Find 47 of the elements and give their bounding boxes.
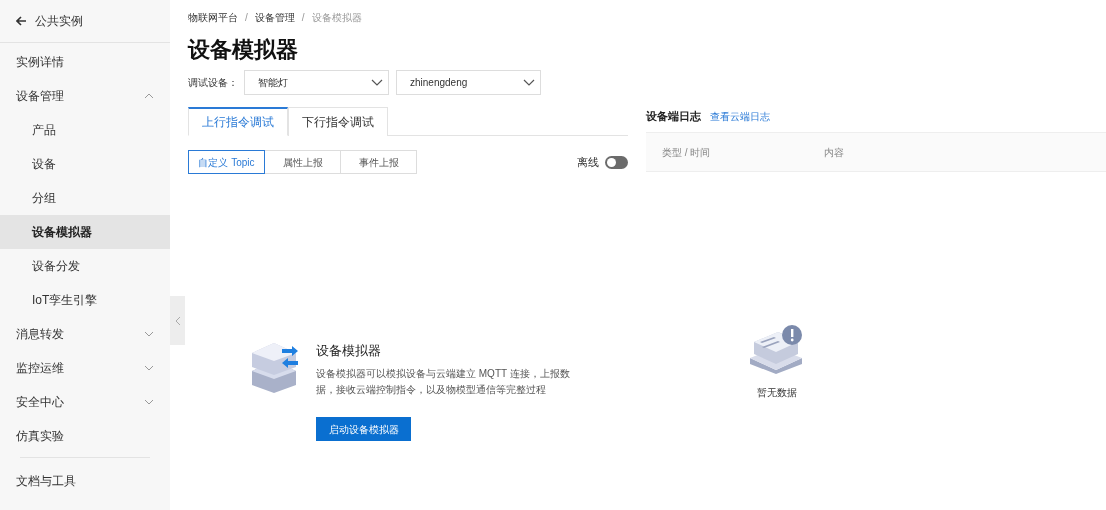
breadcrumb-separator: / (245, 10, 248, 25)
sidebar-item[interactable]: 设备管理 (0, 79, 170, 113)
log-title: 设备端日志 (646, 108, 701, 124)
segment-tab[interactable]: 属性上报 (264, 150, 341, 174)
page-title: 设备模拟器 (188, 36, 299, 64)
sidebar-item[interactable]: 仿真实验 (0, 419, 170, 453)
sidebar-subitem[interactable]: 分组 (0, 181, 170, 215)
sidebar-subitem[interactable]: 设备 (0, 147, 170, 181)
sidebar-subitem[interactable]: 设备分发 (0, 249, 170, 283)
intro-title: 设备模拟器 (316, 342, 382, 360)
sidebar-item[interactable]: 安全中心 (0, 385, 170, 419)
chevron-down-icon (144, 365, 154, 371)
chevron-down-icon (371, 78, 383, 86)
sidebar-item[interactable]: 消息转发 (0, 317, 170, 351)
sidebar-item[interactable]: 实例详情 (0, 45, 170, 79)
intro-description: 设备模拟器可以模拟设备与云端建立 MQTT 连接，上报数据，接收云端控制指令，以及物模型通信等完整过程 (316, 367, 571, 397)
breadcrumb-link[interactable]: 设备管理 (254, 9, 295, 25)
sidebar-item[interactable]: 监控运维 (0, 351, 170, 385)
start-simulator-button[interactable]: 启动设备模拟器 (316, 417, 411, 441)
picker-label: 调试设备： (188, 75, 239, 90)
sidebar-subitem[interactable]: IoT孪生引擎 (0, 283, 170, 317)
device-select[interactable]: 智能灯 (244, 69, 389, 95)
chevron-down-icon (523, 78, 535, 86)
connection-toggle[interactable] (605, 155, 628, 169)
back-link[interactable]: 公共实例 (16, 12, 83, 30)
sidebar-subitem[interactable]: 设备模拟器 (0, 215, 170, 249)
sidebar-item[interactable]: 文档与工具 (0, 462, 170, 500)
segment-tab[interactable]: 事件上报 (340, 150, 417, 174)
chevron-left-icon (174, 315, 181, 326)
breadcrumb-link[interactable]: 物联网平台 (188, 9, 238, 25)
column-header: 内容 (824, 145, 844, 160)
back-arrow-icon (16, 16, 27, 26)
tab[interactable]: 下行指令调试 (288, 107, 388, 136)
connection-label: 离线 (577, 154, 599, 170)
segment-tab[interactable]: 自定义 Topic (188, 150, 265, 174)
breadcrumb-current: 设备模拟器 (311, 10, 362, 25)
chevron-down-icon (144, 331, 154, 337)
sidebar-subitem[interactable]: 产品 (0, 113, 170, 147)
empty-text: 暂无数据 (757, 386, 797, 400)
chevron-up-icon (144, 93, 154, 99)
device-select[interactable]: zhinengdeng (396, 69, 541, 95)
breadcrumb-separator: / (301, 10, 305, 25)
tab[interactable]: 上行指令调试 (188, 107, 288, 136)
cloud-log-link[interactable]: 查看云端日志 (710, 108, 770, 124)
column-header: 类型 / 时间 (662, 145, 712, 160)
chevron-down-icon (144, 399, 154, 405)
collapse-handle[interactable] (170, 296, 185, 345)
